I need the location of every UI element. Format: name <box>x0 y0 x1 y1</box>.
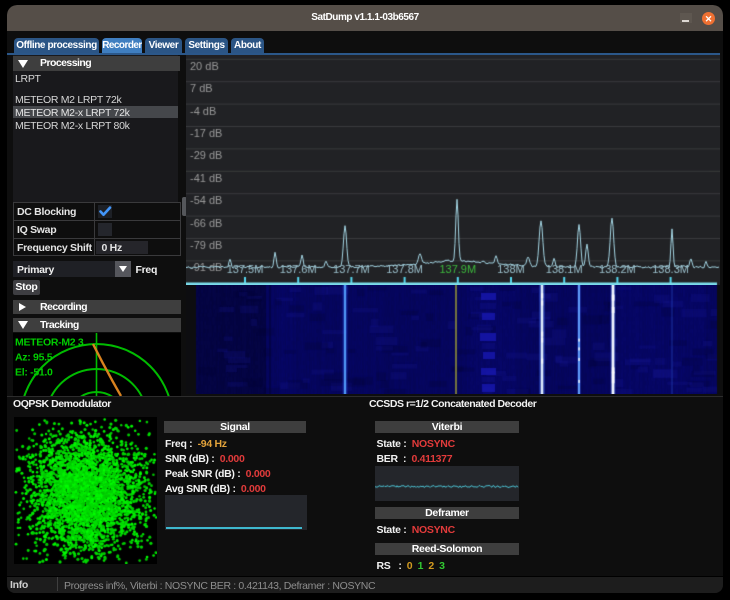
svg-text:Az: 95.5: Az: 95.5 <box>15 352 53 364</box>
svg-text:El: -51.0: El: -51.0 <box>15 367 53 379</box>
svg-text:METEOR-M2 3: METEOR-M2 3 <box>15 337 84 349</box>
